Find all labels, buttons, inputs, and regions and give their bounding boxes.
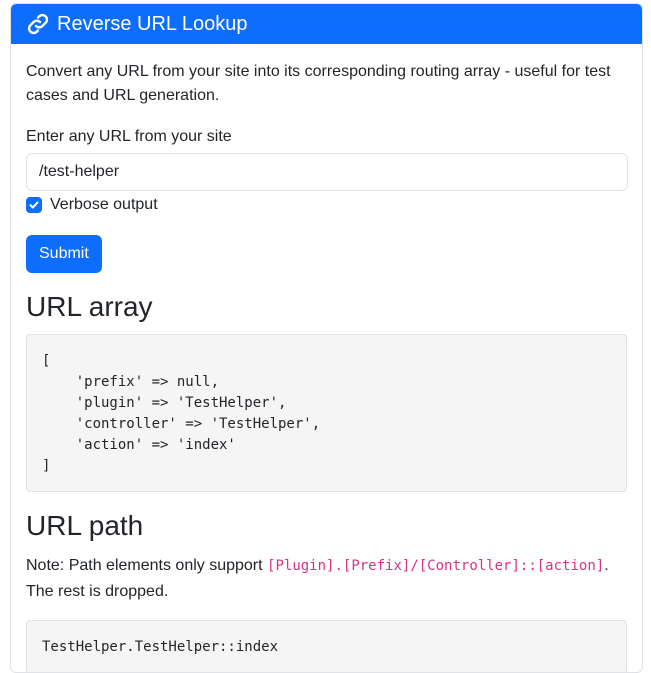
checkmark-icon [29,201,39,209]
intro-text: Convert any URL from your site into its … [26,63,611,104]
url-array-heading: URL array [26,291,153,322]
url-path-heading: URL path [26,510,144,541]
note-code: [Plugin].[Prefix]/[Controller]::[action] [267,558,605,574]
reverse-url-card: Reverse URL Lookup Convert any URL from … [10,3,643,673]
url-label: Enter any URL from your site [26,128,232,145]
card-body: Convert any URL from your site into its … [11,44,642,672]
verbose-checkbox[interactable] [26,197,42,213]
verbose-check: Verbose output [26,195,627,215]
path-note: Note: Path elements only support [Plugin… [26,553,627,604]
verbose-label[interactable]: Verbose output [50,196,158,214]
url-array-code: [ 'prefix' => null, 'plugin' => 'TestHel… [26,334,627,492]
page-title: Reverse URL Lookup [57,12,248,35]
note-prefix: Note: Path elements only support [26,557,268,574]
card-header: Reverse URL Lookup [11,4,642,44]
submit-button[interactable]: Submit [26,235,102,273]
url-input[interactable] [26,153,628,191]
url-path-code: TestHelper.TestHelper::index [26,620,627,672]
link-icon [26,12,50,36]
